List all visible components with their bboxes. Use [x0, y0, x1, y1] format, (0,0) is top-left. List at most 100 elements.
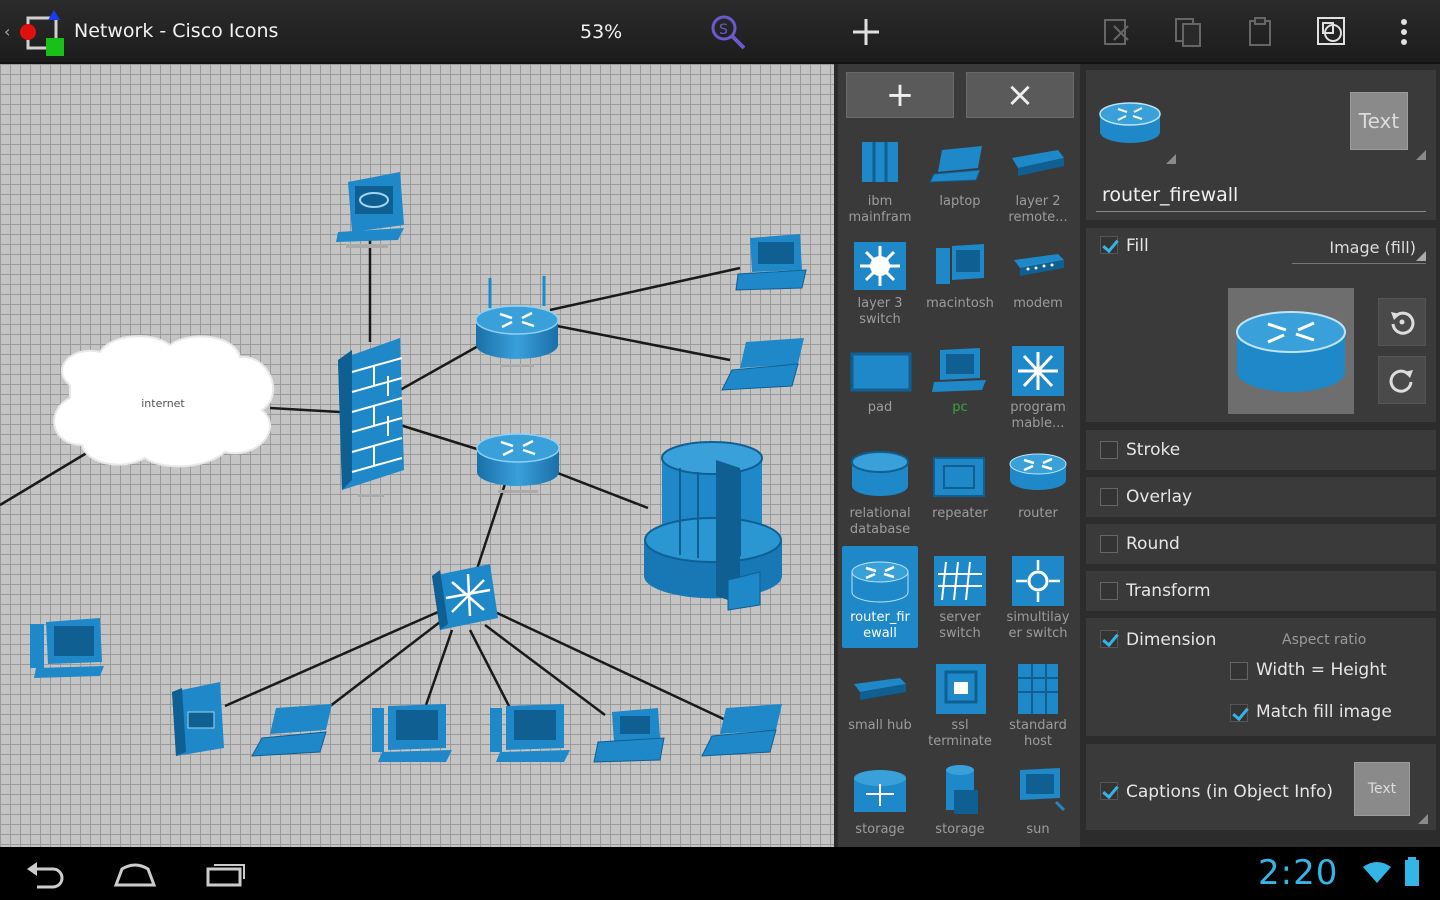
web-server-icon[interactable] [336, 172, 404, 248]
library-item[interactable]: sun [1000, 758, 1076, 847]
storage-router-icon [854, 770, 906, 812]
width-height-checkbox[interactable] [1230, 662, 1248, 680]
fill-mode-dropdown[interactable]: Image (fill) [1292, 234, 1426, 264]
fill-checkbox[interactable] [1100, 236, 1118, 254]
back-icon [27, 862, 64, 889]
internet-label: internet [141, 397, 185, 410]
action-bar: ‹ Network - Cisco Icons 53% S [0, 0, 1440, 64]
internet-cloud-icon[interactable]: internet [53, 335, 275, 468]
pc-icon[interactable] [372, 704, 452, 762]
network-diagram[interactable]: internet [0, 64, 834, 847]
library-item[interactable]: router_fir ewall [842, 546, 918, 648]
library-item[interactable]: server switch [922, 546, 998, 648]
home-button[interactable] [110, 857, 160, 891]
small-hub-icon [854, 678, 906, 700]
dimension-checkbox[interactable] [1100, 630, 1118, 648]
reset-image-button[interactable] [1378, 298, 1426, 346]
mainframe-icon[interactable] [644, 441, 782, 611]
text-style-button[interactable]: Text [1350, 92, 1408, 150]
system-navigation-bar: 2:20 [0, 847, 1440, 900]
laptop-icon[interactable] [251, 704, 332, 757]
stroke-checkbox[interactable] [1100, 441, 1118, 459]
router-icon [1009, 453, 1067, 490]
library-item-label: laptop [939, 194, 981, 209]
multilayer-switch-icon[interactable] [432, 564, 498, 630]
library-item[interactable]: program mable... [1000, 336, 1076, 438]
pad-icon [850, 352, 912, 392]
library-item[interactable]: standard host [1000, 654, 1076, 756]
library-item-label: storage [935, 822, 985, 837]
library-item[interactable]: laptop [922, 130, 998, 232]
library-item[interactable]: layer 3 switch [842, 232, 918, 334]
laptop-icon[interactable] [721, 338, 804, 391]
pc-icon[interactable] [490, 704, 570, 762]
zoom-level[interactable]: 53% [580, 21, 622, 43]
round-row[interactable]: Round [1086, 524, 1436, 564]
stroke-row[interactable]: Stroke [1086, 430, 1436, 470]
round-label: Round [1126, 534, 1180, 554]
terminal-icon[interactable] [593, 708, 665, 763]
library-item[interactable]: layer 2 remote... [1000, 130, 1076, 232]
fill-mode-value: Image (fill) [1329, 238, 1416, 257]
router-icon[interactable] [476, 433, 560, 493]
dimension-card: Dimension Aspect ratio Width = Height Ma… [1086, 618, 1436, 736]
rotate-image-button[interactable] [1378, 356, 1426, 404]
object-name-input[interactable]: router_firewall [1096, 180, 1426, 212]
dropdown-corner-icon [1166, 154, 1176, 164]
library-item[interactable]: ibm mainfram [842, 130, 918, 232]
library-item[interactable]: modem [1000, 232, 1076, 334]
diagram-canvas[interactable]: internet [0, 64, 834, 847]
mainframe-icon [862, 142, 898, 182]
transform-row[interactable]: Transform [1086, 571, 1436, 611]
library-item[interactable]: pad [842, 336, 918, 438]
library-item[interactable]: storage [922, 758, 998, 847]
library-item-label: pc [952, 400, 968, 415]
search-zoom-icon[interactable]: S [708, 12, 748, 52]
round-checkbox[interactable] [1100, 535, 1118, 553]
library-item[interactable]: simultilay er switch [1000, 546, 1076, 648]
match-fill-checkbox[interactable] [1230, 704, 1248, 722]
library-item[interactable]: relational database [842, 442, 918, 544]
back-button[interactable] [20, 857, 70, 891]
library-item-label: repeater [932, 506, 988, 521]
router-firewall-icon[interactable] [1098, 94, 1162, 150]
select-icon[interactable] [1312, 12, 1352, 52]
paste-icon[interactable] [1240, 12, 1280, 52]
library-item-label: simultilay er switch [1006, 610, 1070, 641]
captions-text-button[interactable]: Text [1354, 762, 1410, 816]
cut-icon[interactable] [1096, 12, 1136, 52]
overlay-checkbox[interactable] [1100, 488, 1118, 506]
transform-checkbox[interactable] [1100, 582, 1118, 600]
add-library-button[interactable]: + [846, 72, 954, 118]
overflow-menu-icon[interactable] [1384, 12, 1424, 52]
recent-apps-button[interactable] [200, 857, 250, 891]
library-item[interactable]: pc [922, 336, 998, 438]
library-item[interactable]: router [1000, 442, 1076, 544]
library-item-label: ssl terminate [928, 718, 992, 749]
wireless-router-icon[interactable] [475, 276, 559, 367]
file-server-icon[interactable] [172, 682, 224, 756]
laptop-icon[interactable] [701, 704, 782, 757]
library-item-label: router_fir ewall [850, 610, 910, 641]
overlay-row[interactable]: Overlay [1086, 477, 1436, 517]
server-switch-icon [934, 556, 986, 606]
fill-image-preview[interactable] [1228, 288, 1354, 414]
library-item[interactable]: macintosh [922, 232, 998, 334]
up-caret-icon[interactable]: ‹ [4, 22, 10, 41]
library-item-label: standard host [1009, 718, 1067, 749]
workstation-icon[interactable] [30, 618, 104, 678]
close-library-button[interactable]: × [966, 72, 1074, 118]
add-icon[interactable] [846, 12, 886, 52]
library-item[interactable]: small hub [842, 654, 918, 756]
library-item[interactable]: storage [842, 758, 918, 847]
library-item[interactable]: repeater [922, 442, 998, 544]
pc-icon[interactable] [735, 234, 807, 291]
captions-checkbox[interactable] [1100, 782, 1118, 800]
library-item-label: ibm mainfram [848, 194, 912, 225]
icon-library-panel: + × ibm mainfram laptop layer 2 remote... l… [834, 64, 1080, 847]
transform-label: Transform [1126, 581, 1211, 601]
library-item[interactable]: ssl terminate [922, 654, 998, 756]
copy-icon[interactable] [1168, 12, 1208, 52]
firewall-icon[interactable] [338, 338, 404, 497]
app-logo-icon[interactable] [18, 8, 66, 58]
